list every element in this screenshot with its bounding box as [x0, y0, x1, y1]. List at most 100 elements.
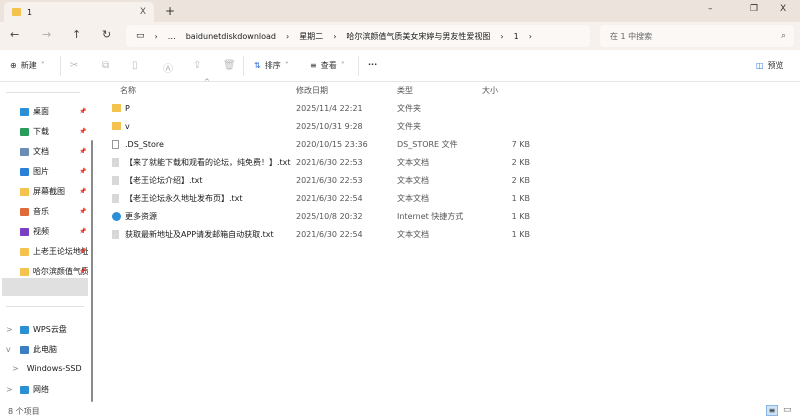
new-tab-button[interactable]: + [165, 4, 175, 18]
text-icon [112, 193, 119, 203]
cloud-icon [20, 325, 29, 334]
computer-icon [20, 345, 29, 354]
breadcrumb-item[interactable]: 哈尔滨颜值气质美女宋婷与男友性爱视图 [346, 31, 490, 42]
file-row[interactable]: 【来了就能下载和观看的论坛，纯免费！】.txt 2021/6/30 22:53 文本… [110, 153, 540, 171]
sort-icon: ⇅ [254, 61, 261, 70]
computer-icon: ▭ [136, 31, 145, 41]
sort-button[interactable]: ⇅ 排序 ˅ [254, 60, 289, 71]
rename-icon[interactable]: Ⓐ [163, 60, 173, 75]
sidebar-item-label: 桌面 [33, 107, 49, 116]
file-row[interactable]: 【老王论坛介绍】.txt 2021/6/30 22:53 文本文档 2 KB [110, 171, 540, 189]
sidebar-scrollbar[interactable] [91, 140, 93, 402]
file-type: 文本文档 [397, 157, 429, 167]
tree-item-label: WPS云盘 [33, 325, 67, 334]
column-header-size[interactable]: 大小 [482, 85, 498, 96]
sidebar-item[interactable]: 哈尔滨颜值气质 📌 [20, 266, 88, 277]
column-header-type[interactable]: 类型 [397, 85, 413, 96]
sidebar-item[interactable]: 下载 📌 [20, 126, 88, 137]
sidebar-item[interactable]: 音乐 📌 [20, 206, 88, 217]
file-row[interactable]: 【老王论坛永久地址发布页】.txt 2021/6/30 22:54 文本文档 1 KB [110, 189, 540, 207]
breadcrumb-item[interactable]: 星期二 [299, 31, 323, 42]
more-options-button[interactable]: ··· [368, 60, 377, 69]
new-button[interactable]: ⊕ 新建 ˅ [10, 60, 45, 71]
back-button[interactable]: ← [10, 28, 19, 41]
copy-icon[interactable]: ⧉ [102, 60, 109, 71]
text-icon [112, 157, 119, 167]
file-row[interactable]: P 2025/11/4 22:21 文件夹 [110, 99, 540, 117]
tree-item-label: 此电脑 [33, 345, 57, 354]
expander-icon[interactable]: > [6, 325, 16, 334]
tiles-view-button[interactable]: ▭ [783, 405, 792, 415]
restore-button[interactable]: ❐ [750, 4, 758, 14]
tree-item[interactable]: > 网络 [6, 384, 74, 395]
tree-item[interactable]: v 此电脑 [6, 344, 74, 355]
preview-pane-icon: ◫ [756, 61, 764, 70]
file-type: 文件夹 [397, 103, 421, 113]
sidebar-item-label: 文档 [33, 147, 49, 156]
sidebar-item[interactable]: 上老王论坛地址 📌 [20, 246, 88, 257]
close-tab-button[interactable]: X [140, 7, 146, 17]
search-placeholder: 在 1 中搜索 [610, 31, 653, 41]
pin-icon: 📌 [79, 128, 87, 135]
file-row[interactable]: v 2025/10/31 9:28 文件夹 [110, 117, 540, 135]
details-view-button[interactable]: ≡ [766, 405, 778, 416]
library-icon [20, 207, 29, 216]
tree-item-label: 网络 [33, 385, 49, 394]
chevron-right-icon: › [154, 31, 158, 41]
sidebar-item[interactable]: 桌面 📌 [20, 106, 88, 117]
tree-item[interactable]: > WPS云盘 [6, 324, 74, 335]
forward-button[interactable]: → [42, 28, 51, 41]
preview-pane-button[interactable]: ◫ 预览 [756, 60, 784, 71]
sidebar-item-label: 图片 [33, 167, 49, 176]
minimize-button[interactable]: – [708, 4, 713, 14]
folder-icon [20, 267, 29, 276]
file-name: 获取最新地址及APP请发邮箱自动获取.txt [125, 229, 274, 239]
column-header-name[interactable]: 名称 [120, 85, 136, 96]
sort-label: 排序 [264, 61, 281, 70]
expander-icon[interactable]: > [12, 364, 19, 373]
search-input[interactable]: 在 1 中搜索 ⌕ [600, 25, 794, 47]
refresh-button[interactable]: ↻ [102, 28, 111, 41]
sidebar-item[interactable]: 视频 📌 [20, 226, 88, 237]
breadcrumb-item[interactable]: baidunetdiskdownload [186, 32, 276, 41]
expander-icon[interactable]: > [6, 385, 16, 394]
file-type: Internet 快捷方式 [397, 211, 464, 221]
file-row[interactable]: 获取最新地址及APP请发邮箱自动获取.txt 2021/6/30 22:54 文本文… [110, 225, 540, 243]
address-bar[interactable]: ▭ › … baidunetdiskdownload › 星期二 › 哈尔滨颜值… [126, 25, 590, 47]
sort-ascending-icon: ^ [204, 78, 210, 86]
file-type: DS_STORE 文件 [397, 139, 458, 149]
file-type: 文本文档 [397, 229, 429, 239]
pin-icon: 📌 [79, 208, 87, 215]
sidebar-item[interactable]: 屏幕截图 📌 [20, 186, 88, 197]
folder-icon [112, 104, 121, 112]
file-name: 【来了就能下载和观看的论坛，纯免费！】.txt [125, 157, 291, 167]
file-date: 2025/10/8 20:32 [296, 211, 363, 221]
sidebar-item-label: 视频 [33, 227, 49, 236]
file-row[interactable]: 更多资源 2025/10/8 20:32 Internet 快捷方式 1 KB [110, 207, 540, 225]
tree-item[interactable]: > Windows-SSD [12, 364, 82, 373]
pin-icon: 📌 [79, 148, 87, 155]
file-row[interactable]: .DS_Store 2020/10/15 23:36 DS_STORE 文件 7 KB [110, 135, 540, 153]
sidebar-item-label: 音乐 [33, 207, 49, 216]
cut-icon[interactable]: ✂ [70, 60, 78, 71]
file-date: 2021/6/30 22:53 [296, 157, 363, 167]
preview-label: 预览 [767, 61, 784, 70]
library-icon [20, 107, 29, 116]
breadcrumb-item[interactable]: 1 [514, 32, 519, 41]
divider [358, 56, 359, 76]
close-window-button[interactable]: X [780, 4, 786, 14]
breadcrumb-overflow[interactable]: … [168, 32, 176, 41]
expander-icon[interactable]: v [6, 345, 16, 354]
paste-icon[interactable]: ▯ [132, 60, 138, 71]
column-header-date[interactable]: 修改日期 [296, 85, 328, 96]
share-icon[interactable]: ⇪ [193, 60, 201, 71]
plus-circle-icon: ⊕ [10, 61, 17, 70]
sidebar-item[interactable]: 文档 📌 [20, 146, 88, 157]
tab-1[interactable]: 1 X [4, 2, 154, 22]
file-date: 2020/10/15 23:36 [296, 139, 368, 149]
pin-icon: 📌 [79, 108, 87, 115]
delete-icon[interactable]: 🗑 [223, 60, 236, 71]
up-button[interactable]: ↑ [72, 28, 81, 41]
sidebar-item[interactable]: 图片 📌 [20, 166, 88, 177]
view-button[interactable]: ≡ 查看 ˅ [310, 60, 345, 71]
